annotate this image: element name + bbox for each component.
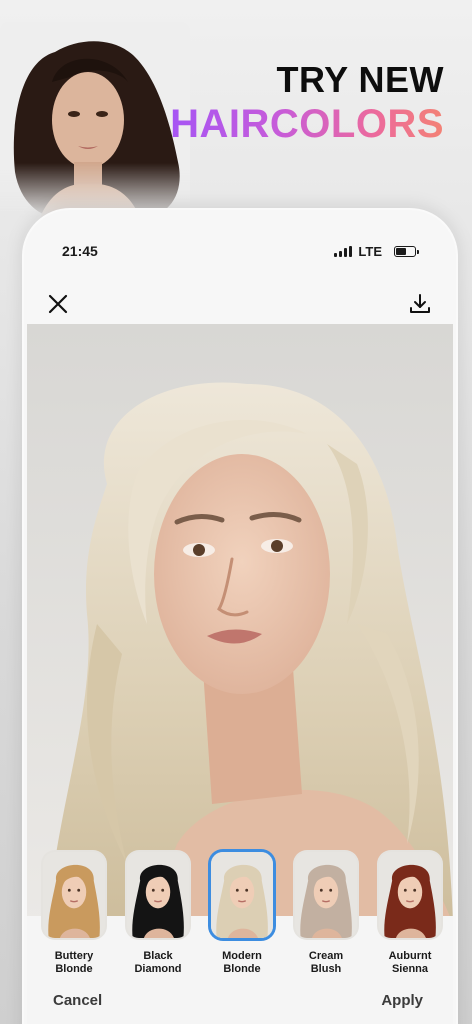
swatch-item[interactable]: Black Diamond — [125, 850, 191, 990]
cancel-button[interactable]: Cancel — [53, 992, 102, 1009]
status-bar: 21:45 LTE — [24, 210, 456, 290]
status-time: 21:45 — [62, 243, 98, 259]
swatch-item[interactable]: Modern Blonde — [209, 850, 275, 990]
swatch-label: Cream Blush — [308, 950, 344, 975]
footer-actions: Cancel Apply — [27, 992, 453, 1022]
swatch-label: Modern Blonde — [222, 950, 262, 975]
status-indicators: LTE — [334, 244, 419, 259]
swatch-label: Black Diamond — [134, 950, 182, 975]
swatch-thumbnail — [125, 850, 191, 940]
swatch-thumbnail — [377, 850, 443, 940]
swatch-thumbnail — [41, 850, 107, 940]
swatch-item[interactable]: Buttery Blonde — [41, 850, 107, 990]
color-picker-panel: Buttery Blonde Black Diamond Modern Blonde Cre… — [27, 850, 453, 1024]
swatch-list: Buttery Blonde Black Diamond Modern Blonde Cre… — [41, 850, 451, 990]
network-label: LTE — [358, 244, 382, 259]
signal-icon — [334, 246, 353, 257]
swatch-label: Auburnt Sienna — [388, 950, 432, 975]
apply-button[interactable]: Apply — [381, 992, 423, 1009]
close-icon[interactable] — [46, 292, 70, 316]
hero-portrait — [0, 22, 190, 218]
swatch-item[interactable]: Cream Blush — [293, 850, 359, 990]
main-photo — [27, 324, 453, 924]
battery-icon — [394, 246, 419, 257]
top-toolbar — [24, 290, 456, 326]
swatch-thumbnail — [209, 850, 275, 940]
download-icon[interactable] — [408, 292, 432, 316]
swatch-thumbnail — [293, 850, 359, 940]
phone-frame: 21:45 LTE Buttery Blonde Black Diamond M… — [22, 208, 458, 1024]
headline-line1: TRY NEW — [276, 59, 444, 100]
headline-line2: HAIRCOLORS — [170, 102, 444, 146]
headline: TRY NEW HAIRCOLORS — [170, 60, 444, 148]
swatch-item[interactable]: Auburnt Sienna — [377, 850, 443, 990]
swatch-label: Buttery Blonde — [54, 950, 94, 975]
